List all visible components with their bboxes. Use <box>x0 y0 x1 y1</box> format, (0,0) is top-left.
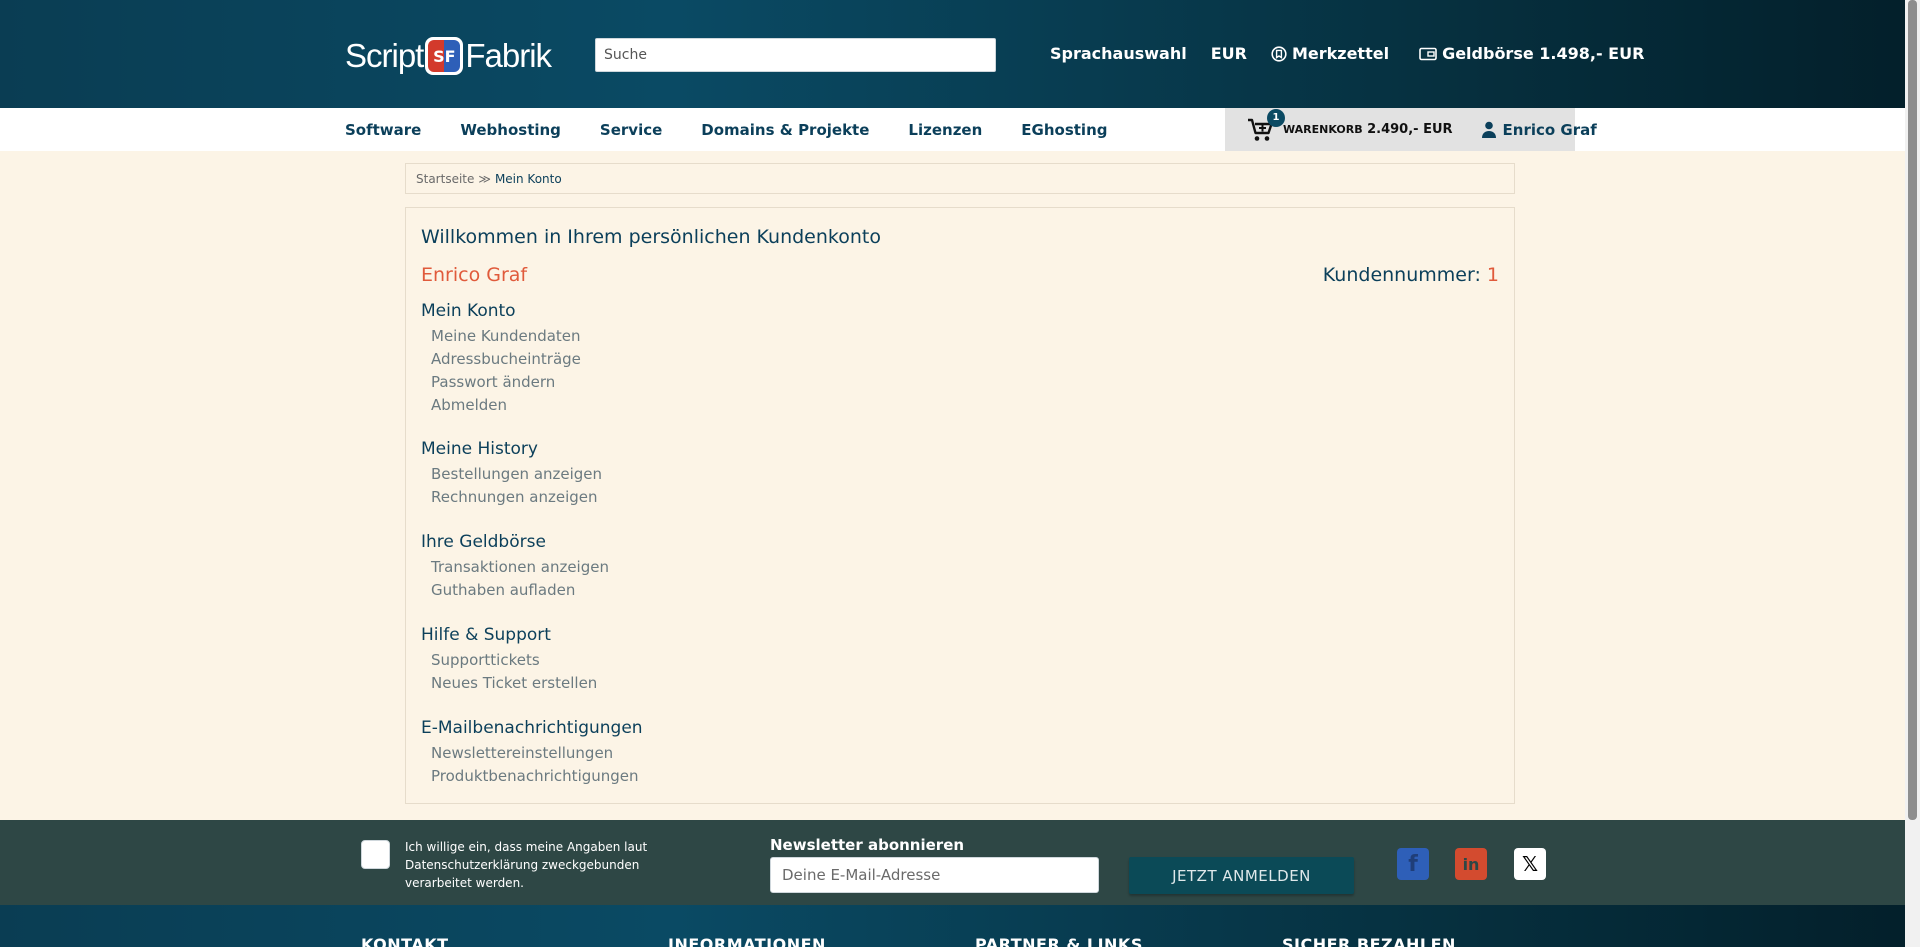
section-title: Meine History <box>421 439 538 459</box>
header-bar: Script SF Fabrik Sprachauswahl EUR Merkz… <box>0 0 1920 108</box>
logo-text-fabrik: Fabrik <box>465 37 552 74</box>
footer-heading-informationen: INFORMATIONEN <box>668 935 826 947</box>
user-account-link[interactable]: Enrico Graf <box>1481 121 1597 139</box>
breadcrumb-separator-icon: ≫ <box>478 171 491 186</box>
nav-item-software[interactable]: Software <box>345 121 421 139</box>
wishlist-link[interactable]: Merkzettel <box>1271 44 1389 63</box>
user-icon <box>1481 121 1496 138</box>
nav-item-service[interactable]: Service <box>600 121 662 139</box>
bookmark-circle-icon <box>1271 45 1287 62</box>
footer-heading-partner-links: PARTNER & LINKS <box>975 935 1143 947</box>
linkedin-icon[interactable]: in <box>1455 848 1487 880</box>
link-passwort-aendern[interactable]: Passwort ändern <box>431 371 581 394</box>
footer: KONTAKT INFORMATIONEN PARTNER & LINKS SI… <box>0 905 1920 947</box>
footer-heading-kontakt: KONTAKT <box>361 935 449 947</box>
logo-mark-icon: SF <box>425 37 464 75</box>
breadcrumb-current: Mein Konto <box>494 171 562 186</box>
search-input[interactable] <box>595 38 996 72</box>
cart-button[interactable]: 1 WARENKORB 2.490,- EUR <box>1247 108 1453 143</box>
consent-text: Ich willige ein, dass meine Angaben laut… <box>405 840 648 890</box>
customer-name: Enrico Graf <box>421 264 528 286</box>
link-supporttickets[interactable]: Supporttickets <box>431 649 597 672</box>
wallet-icon <box>1419 47 1437 60</box>
consent-checkbox[interactable] <box>361 840 390 869</box>
link-bestellungen-anzeigen[interactable]: Bestellungen anzeigen <box>431 463 602 486</box>
section-title: Mein Konto <box>421 301 516 321</box>
link-transaktionen-anzeigen[interactable]: Transaktionen anzeigen <box>431 556 609 579</box>
cart-summary: WARENKORB 2.490,- EUR <box>1283 122 1453 137</box>
breadcrumb: Startseite ≫ Mein Konto <box>405 163 1515 194</box>
currency-select[interactable]: EUR <box>1211 44 1247 63</box>
link-newslettereinstellungen[interactable]: Newslettereinstellungen <box>431 742 643 765</box>
nav-menu: Software Webhosting Service Domains & Pr… <box>345 108 1146 151</box>
site-logo[interactable]: Script SF Fabrik <box>345 34 552 78</box>
link-neues-ticket[interactable]: Neues Ticket erstellen <box>431 672 597 695</box>
customer-number: Kundennummer: 1 <box>1322 264 1499 286</box>
section-title: E-Mailbenachrichtigungen <box>421 718 643 738</box>
page-title: Willkommen in Ihrem persönlichen Kundenk… <box>421 226 881 248</box>
link-guthaben-aufladen[interactable]: Guthaben aufladen <box>431 579 609 602</box>
link-rechnungen-anzeigen[interactable]: Rechnungen anzeigen <box>431 486 602 509</box>
section-email-benachrichtigungen: E-Mailbenachrichtigungen Newslettereinst… <box>421 718 643 788</box>
breadcrumb-home-link[interactable]: Startseite <box>416 172 474 186</box>
section-geldboerse: Ihre Geldbörse Transaktionen anzeigen Gu… <box>421 532 609 602</box>
link-meine-kundendaten[interactable]: Meine Kundendaten <box>431 325 581 348</box>
language-select[interactable]: Sprachauswahl <box>1050 44 1187 63</box>
link-produktbenachrichtigungen[interactable]: Produktbenachrichtigungen <box>431 765 643 788</box>
nav-item-eghosting[interactable]: EGhosting <box>1021 121 1107 139</box>
section-hilfe-support: Hilfe & Support Supporttickets Neues Tic… <box>421 625 597 695</box>
section-meine-history: Meine History Bestellungen anzeigen Rech… <box>421 439 602 509</box>
logo-text-script: Script <box>345 37 424 74</box>
nav-item-domains-projekte[interactable]: Domains & Projekte <box>701 121 869 139</box>
footer-heading-sicher-bezahlen: SICHER BEZAHLEN <box>1282 935 1456 947</box>
newsletter-email-input[interactable] <box>770 857 1099 893</box>
newsletter-title: Newsletter abonnieren <box>770 836 965 854</box>
cart-user-area: 1 WARENKORB 2.490,- EUR Enrico Graf <box>1225 108 1597 151</box>
section-title: Hilfe & Support <box>421 625 551 645</box>
section-mein-konto: Mein Konto Meine Kundendaten Adressbuche… <box>421 301 581 417</box>
link-adressbucheintraege[interactable]: Adressbucheinträge <box>431 348 581 371</box>
section-title: Ihre Geldbörse <box>421 532 546 552</box>
link-abmelden[interactable]: Abmelden <box>431 394 581 417</box>
page-scrollbar-thumb[interactable] <box>1908 0 1917 820</box>
wallet-link[interactable]: Geldbörse 1.498,- EUR <box>1419 44 1644 63</box>
facebook-icon[interactable]: f <box>1397 848 1429 880</box>
top-links: Sprachauswahl EUR Merkzettel Geldbörse 1… <box>1050 44 1644 63</box>
cart-count-badge: 1 <box>1267 108 1285 127</box>
newsletter-subscribe-button[interactable]: JETZT ANMELDEN <box>1129 857 1354 894</box>
account-panel: Willkommen in Ihrem persönlichen Kundenk… <box>405 207 1515 804</box>
x-icon[interactable]: 𝕏 <box>1514 848 1546 880</box>
nav-item-lizenzen[interactable]: Lizenzen <box>908 121 982 139</box>
main-navigation: Software Webhosting Service Domains & Pr… <box>0 108 1920 151</box>
nav-item-webhosting[interactable]: Webhosting <box>460 121 561 139</box>
